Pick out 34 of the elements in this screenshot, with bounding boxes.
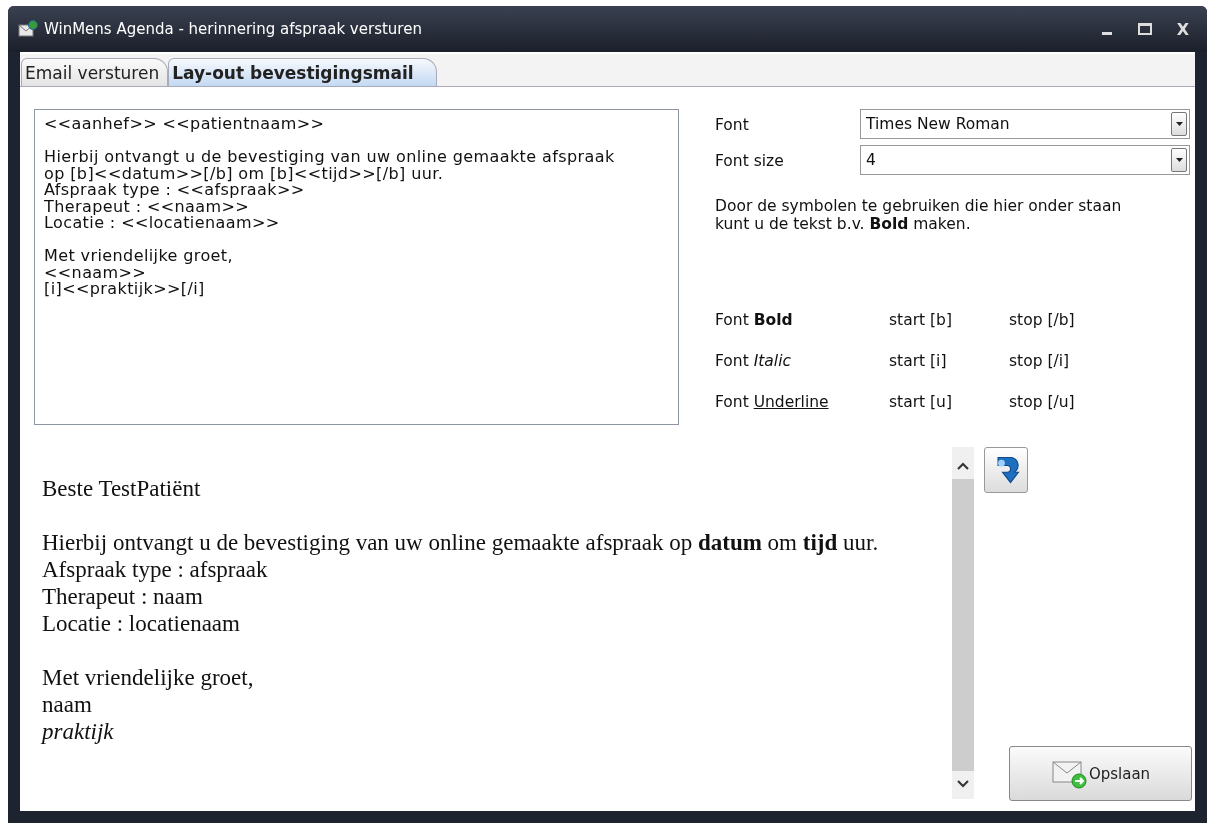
template-editor-field[interactable]: <<aanhef>> <<patientnaam>> Hierbij ontvangt u de bevestiging van uw online gemaakte afspraak op [b]<<datum>>[/b] om [b]<<tijd>>[/b] uur. Afspraak type : <<afspraak>> Therapeut : <<naam>> Locatie : <<locatienaam>> Met vriendelijke groet, <<naam>> [i]<<praktijk>>[/i]: [34, 109, 679, 425]
caret-icon: [1175, 122, 1183, 126]
dropdown-field[interactable]: Times New Roman: [860, 109, 1190, 139]
preview-line: Afspraak type : afspraak: [42, 556, 269, 583]
preview-line: Met vriendelijke groet,: [42, 664, 255, 691]
save-button[interactable]: Opslaan: [1009, 746, 1192, 801]
scrollbar[interactable]: [952, 447, 974, 799]
chevron-up-icon[interactable]: [956, 461, 970, 471]
stop-code: stop [/b]: [1009, 311, 1075, 329]
preview-line: Beste TestPatiënt: [42, 475, 202, 502]
start-code: start [u]: [889, 393, 953, 411]
stop-code: stop [/u]: [1009, 393, 1075, 411]
setting-label: Font size: [715, 151, 785, 170]
preview-line: praktijk: [42, 718, 115, 745]
close-button[interactable]: X: [1171, 19, 1195, 39]
start-code: start [i]: [889, 352, 948, 370]
start-code: start [b]: [889, 311, 953, 329]
caret-icon: [1175, 158, 1183, 162]
preview-line: Hierbij ontvangt u de bevestiging van uw online gemaakte afspraak op datum om tijd uur.: [42, 529, 880, 556]
preview-line: naam: [42, 691, 93, 718]
stop-code: stop [/i]: [1009, 352, 1070, 370]
refresh-button[interactable]: [984, 447, 1028, 493]
setting-label: Font: [715, 115, 750, 134]
window-title: WinMens Agenda - herinnering afspraak versturen: [44, 20, 423, 38]
chevron-down-icon[interactable]: [956, 779, 970, 789]
preview-line: Therapeut : naam: [42, 583, 204, 610]
help-text: Door de symbolen te gebruiken die hier onder staan kunt u de tekst b.v. Bold maken.: [715, 197, 1123, 233]
dropdown-field[interactable]: 4: [860, 145, 1190, 175]
format-label: Font Bold: [715, 311, 794, 329]
format-label: Font Italic: [715, 352, 792, 370]
format-label: Font Underline: [715, 393, 830, 411]
tab[interactable]: Lay-out bevestigingsmail: [168, 58, 437, 86]
tab[interactable]: Email versturen: [21, 58, 169, 86]
preview-line: Locatie : locatienaam: [42, 610, 241, 637]
